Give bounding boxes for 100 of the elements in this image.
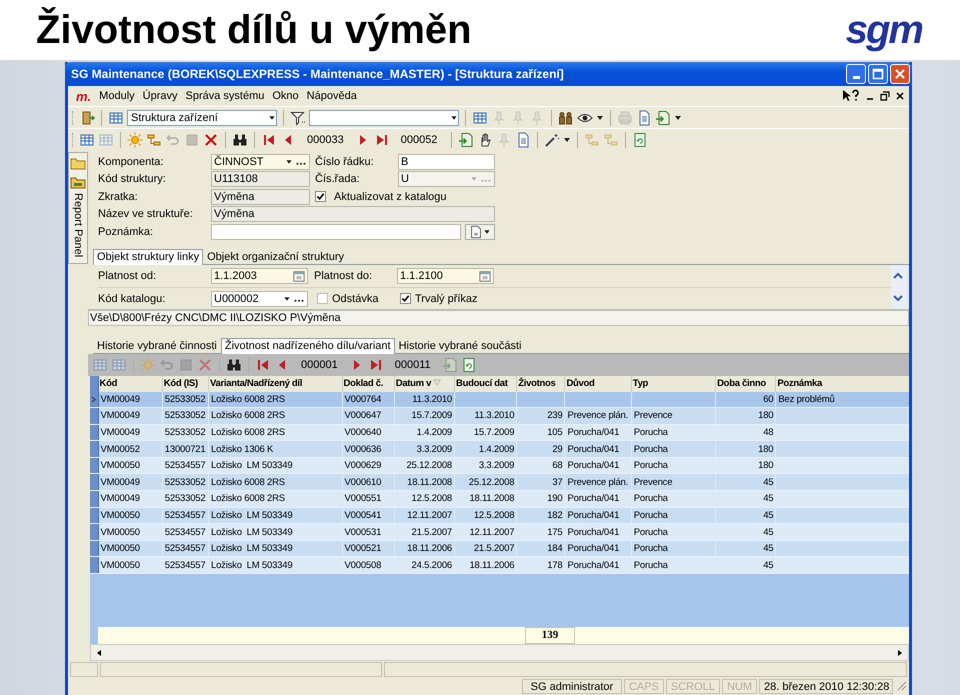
date-field[interactable]: 1.1.2100 (397, 268, 494, 284)
sun-icon[interactable] (127, 132, 143, 148)
input-field[interactable]: U113108 (211, 171, 310, 188)
input-field[interactable]: B (398, 154, 495, 170)
tab[interactable]: Objekt organizační struktury (203, 248, 348, 264)
table-row[interactable]: VM00050 52534557 Ložisko LM 503349 V000521 18.11.2006 21.5.2007 184 Porucha/041 Porucha 45 (90, 540, 909, 557)
calendar-icon[interactable] (479, 270, 491, 282)
table-row[interactable]: VM00050 52534557 Ložisko LM 503349 V000541 12.11.2007 12.5.2008 182 Porucha/041 Porucha 45 (90, 507, 909, 524)
column-header[interactable]: Typ (631, 376, 716, 392)
menu-item[interactable]: Nápověda (302, 90, 361, 102)
table-cell: Ložisko 6008 2RS (210, 394, 285, 405)
input-field[interactable]: Výměna (211, 206, 495, 222)
table-row[interactable]: VM00049 52533052 Ložisko 6008 2RS V000764 11.3.2010 60 Bez problémů (90, 392, 909, 408)
menu-item[interactable]: Okno (268, 90, 303, 102)
column-header[interactable]: Varianta/Nadřízený díl (208, 376, 342, 392)
table-cell: VM00049 (100, 426, 140, 438)
record-counter: 000052 (400, 134, 438, 146)
dropdown-field[interactable]: ČINNOST (211, 154, 310, 170)
menu-item[interactable]: Správa systému (181, 90, 268, 102)
table-cell: 184 (547, 543, 562, 554)
refresh-icon[interactable] (460, 356, 477, 372)
table-cell: Porucha (634, 543, 668, 554)
tab[interactable]: Historie vybrané činnosti (93, 338, 221, 352)
table-cell: 1.4.2009 (416, 426, 452, 438)
note-button[interactable] (465, 224, 495, 240)
column-header[interactable]: Kód (IS) (162, 376, 208, 392)
checkbox[interactable] (317, 293, 328, 304)
tree-icon[interactable] (146, 132, 162, 148)
scrollbar[interactable] (891, 264, 907, 308)
calendar-icon[interactable] (293, 270, 305, 282)
table-row[interactable]: VM00049 52533052 Ložisko 6008 2RS V000640 1.4.2009 15.7.2009 105 Porucha/041 Porucha 48 (90, 424, 909, 441)
checkbox[interactable] (315, 191, 326, 202)
refresh-icon[interactable] (632, 132, 648, 148)
status-indicator: NUM (722, 679, 757, 694)
table-cell: 52534557 (164, 510, 206, 521)
tab[interactable]: Historie vybrané součásti (394, 338, 526, 352)
view-dropdown[interactable]: Struktura zařízení (127, 110, 277, 126)
filter-icon[interactable] (290, 110, 306, 126)
table-row[interactable]: VM00052 13000721 Ložisko 1306 K V000636 3.3.2009 1.4.2009 29 Porucha/041 Porucha 180 (90, 440, 909, 458)
tab[interactable]: Životnost nadřízeného dílu/variant (220, 338, 395, 354)
table-cell: 175 (547, 526, 562, 538)
table-cell: 3.3.2009 (416, 444, 452, 455)
menu-item[interactable]: Moduly (95, 90, 139, 102)
delete-icon[interactable] (203, 132, 219, 148)
binoculars-icon[interactable] (226, 356, 242, 372)
horizontal-scrollbar[interactable] (90, 644, 909, 661)
table-cell: Ložisko LM 503349 (210, 526, 292, 538)
restore-icon[interactable] (880, 91, 890, 101)
field-label: Kód katalogu: (98, 292, 166, 304)
export-icon[interactable] (458, 132, 474, 148)
input-field[interactable] (211, 224, 461, 240)
checkbox-label: Odstávka (332, 292, 380, 304)
table-icon[interactable] (472, 110, 488, 126)
table-row[interactable]: VM00049 52533052 Ložisko 6008 2RS V000647 15.7.2009 11.3.2010 239 Prevence plán. Prevence 180 (90, 408, 909, 424)
column-header[interactable]: Důvod (564, 376, 632, 392)
minimize-button[interactable] (846, 64, 866, 84)
table-cell: V000640 (344, 426, 382, 438)
dropdown-field[interactable]: U000002 (211, 290, 308, 306)
close-icon[interactable] (895, 91, 905, 101)
table-cell: 180 (758, 444, 774, 455)
export-icon[interactable] (655, 110, 671, 126)
column-header[interactable]: Poznámka (776, 376, 909, 392)
table-cell: 45 (763, 526, 774, 538)
grid-icon[interactable] (79, 132, 95, 148)
wand-icon[interactable] (544, 132, 560, 148)
column-header[interactable]: Budoucí dat (454, 376, 517, 392)
column-header[interactable]: Kód (98, 376, 162, 392)
table-cell: V000508 (344, 560, 382, 571)
record-counter: 000033 (306, 134, 345, 146)
column-header[interactable]: Datum v (394, 376, 455, 392)
table-cell: 12.5.2008 (412, 493, 452, 504)
grid-icon[interactable] (108, 110, 124, 126)
table-row[interactable]: VM00050 52534557 Ložisko LM 503349 V000531 21.5.2007 12.11.2007 175 Porucha/041 Porucha 45 (90, 524, 909, 540)
close-button[interactable] (890, 64, 910, 84)
table-row[interactable]: VM00049 52533052 Ložisko 6008 2RS V000610 18.11.2008 25.12.2008 37 Prevence plán. Prevence 45 (90, 474, 909, 491)
column-header[interactable]: Doba činno (716, 376, 776, 392)
table-cell: VM00050 (100, 510, 140, 521)
column-header[interactable]: Životnos (516, 376, 565, 392)
table-cell: Ložisko LM 503349 (210, 560, 292, 571)
menu-item[interactable]: Úpravy (138, 90, 182, 102)
column-header[interactable]: Doklad č. (342, 376, 394, 392)
maximize-button[interactable] (868, 64, 888, 84)
table-row[interactable]: VM00050 52534557 Ložisko LM 503349 V000508 24.5.2006 18.11.2006 178 Porucha/041 Porucha 45 (90, 556, 909, 574)
help-cursor-icon[interactable] (842, 89, 860, 103)
table-cell: 37 (552, 476, 562, 488)
checkbox-label: Trvalý příkaz (415, 292, 478, 304)
report-panel-tab[interactable]: Report Panel (68, 152, 88, 264)
tab[interactable]: Objekt struktury linky (93, 248, 204, 264)
date-field[interactable]: 1.1.2003 (211, 268, 308, 284)
table-cell: Ložisko 6008 2RS (210, 476, 285, 488)
company-logo: sgm (846, 8, 922, 52)
checkbox[interactable] (400, 293, 411, 304)
people-icon[interactable] (558, 110, 574, 126)
table-cell: VM00049 (100, 394, 140, 405)
binoculars-icon[interactable] (232, 132, 248, 148)
table-row[interactable]: VM00049 52533052 Ložisko 6008 2RS V000551 12.5.2008 18.11.2008 190 Porucha/041 Porucha 45 (90, 490, 909, 508)
input-field[interactable]: Výměna (211, 188, 310, 205)
field-label: Poznámka: (98, 226, 154, 238)
table-row[interactable]: VM00050 52534557 Ložisko LM 503349 V000629 25.12.2008 3.3.2009 68 Porucha/041 Porucha 180 (90, 457, 909, 474)
resize-grip-icon[interactable] (895, 679, 907, 691)
